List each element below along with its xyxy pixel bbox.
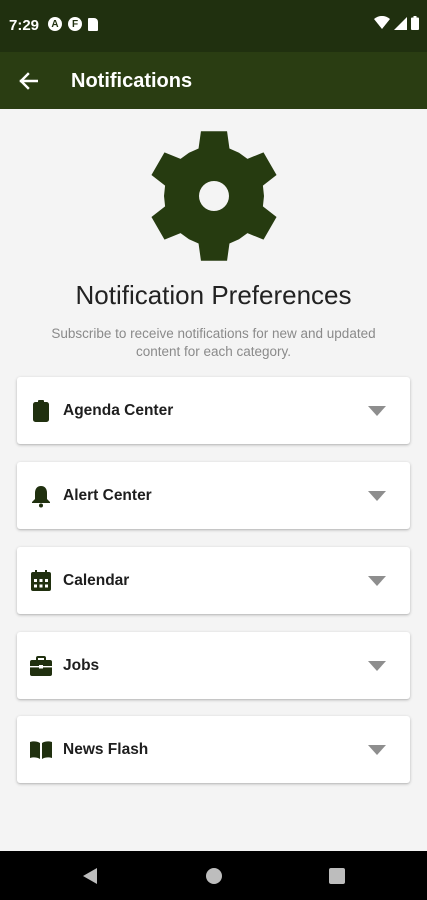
notification-a-icon: A: [48, 17, 62, 31]
category-card-agenda-center[interactable]: Agenda Center: [17, 377, 410, 444]
battery-icon: [411, 16, 419, 30]
page-title: Notification Preferences: [75, 280, 352, 310]
status-bar: 7:29 A F: [0, 0, 427, 52]
chevron-down-icon[interactable]: [368, 745, 386, 755]
category-label: Agenda Center: [63, 402, 174, 419]
category-card-calendar[interactable]: Calendar: [17, 547, 410, 614]
cell-signal-icon: [394, 16, 407, 30]
page-subtitle: Subscribe to receive notifications for n…: [51, 326, 376, 359]
recents-square-icon: [329, 868, 345, 884]
clipboard-icon: [33, 400, 49, 422]
category-card-jobs[interactable]: Jobs: [17, 632, 410, 699]
system-home-button[interactable]: [203, 865, 225, 887]
calendar-icon: [31, 570, 51, 591]
chevron-down-icon[interactable]: [368, 491, 386, 501]
app-bar: Notifications: [0, 52, 427, 109]
sd-card-icon: [88, 17, 98, 31]
briefcase-icon: [30, 656, 52, 676]
status-left-icons: A F: [48, 17, 98, 31]
status-right-icons: [374, 16, 419, 30]
app-bar-title: Notifications: [71, 70, 193, 92]
category-card-news-flash[interactable]: News Flash: [17, 716, 410, 783]
category-card-alert-center[interactable]: Alert Center: [17, 462, 410, 529]
open-book-icon: [30, 741, 52, 759]
chevron-down-icon[interactable]: [368, 576, 386, 586]
home-circle-icon: [206, 868, 222, 884]
gear-icon: [147, 128, 281, 264]
category-label: Alert Center: [63, 487, 152, 504]
status-time: 7:29: [9, 17, 40, 34]
bell-icon: [32, 486, 50, 508]
arrow-left-icon: [19, 72, 38, 90]
chevron-down-icon[interactable]: [368, 406, 386, 416]
category-label: News Flash: [63, 741, 149, 758]
chevron-down-icon[interactable]: [368, 661, 386, 671]
notification-f-icon: F: [68, 17, 82, 31]
category-label: Calendar: [63, 572, 130, 589]
system-recents-button[interactable]: [326, 865, 348, 887]
back-triangle-icon: [83, 868, 97, 884]
system-back-button[interactable]: [79, 865, 101, 887]
back-button[interactable]: [13, 66, 43, 96]
wifi-icon: [374, 16, 390, 29]
system-nav-bar: [0, 851, 427, 900]
category-label: Jobs: [63, 657, 100, 674]
